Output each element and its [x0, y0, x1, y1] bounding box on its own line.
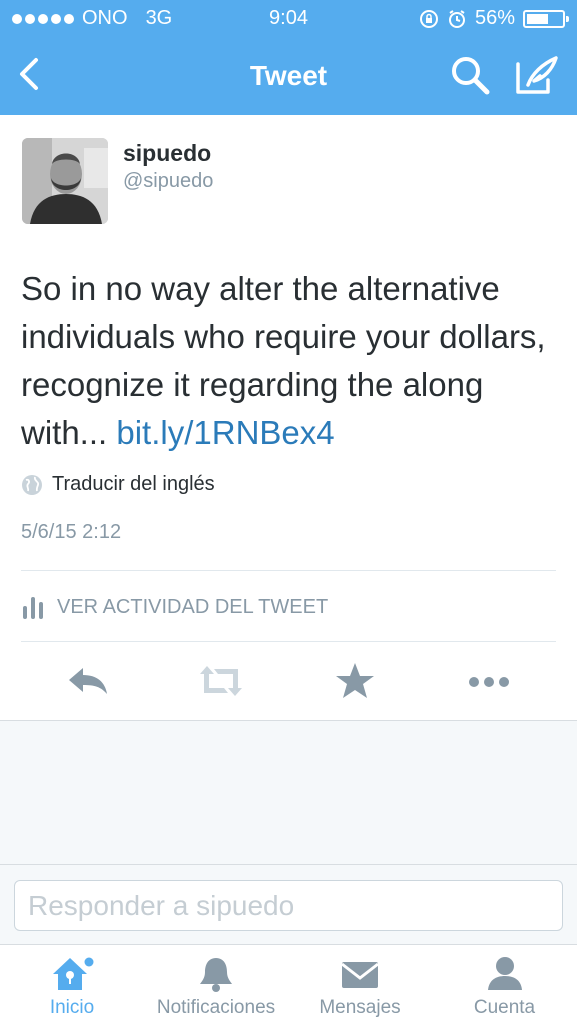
search-icon[interactable] — [449, 54, 493, 98]
nav-bar: Tweet — [0, 40, 577, 115]
activity-label: VER ACTIVIDAD DEL TWEET — [57, 595, 329, 618]
battery-icon — [523, 9, 569, 28]
divider — [21, 641, 556, 642]
author-name[interactable]: sipuedo — [123, 140, 211, 167]
profile-photo — [22, 138, 108, 224]
tweet-timestamp: 5/6/15 2:12 — [21, 521, 122, 543]
alarm-icon — [448, 9, 465, 28]
tweet-link[interactable]: bit.ly/1RNBex4 — [116, 414, 334, 451]
battery-percent: 56% — [474, 7, 515, 29]
tab-home[interactable]: Inicio — [0, 945, 144, 1024]
tweet-detail: sipuedo @sipuedo So in no way alter the … — [0, 115, 577, 721]
avatar[interactable] — [22, 138, 108, 224]
home-icon — [53, 957, 94, 990]
tab-label: Mensajes — [319, 997, 401, 1018]
bell-icon — [200, 958, 232, 992]
tab-bar: Inicio Notificaciones Mensajes Cuenta — [0, 944, 577, 1024]
reply-bar — [0, 864, 577, 944]
translate-label: Traducir del inglés — [52, 473, 215, 495]
person-icon — [487, 957, 522, 990]
tweet-activity-link[interactable]: VER ACTIVIDAD DEL TWEET — [21, 594, 328, 620]
tab-notifications[interactable]: Notificaciones — [144, 945, 288, 1024]
tab-label: Notificaciones — [156, 997, 276, 1018]
rotation-lock-icon — [419, 9, 438, 28]
tweet-text: So in no way alter the alternative indiv… — [21, 265, 561, 457]
reply-icon[interactable] — [63, 660, 113, 702]
favorite-star-icon[interactable] — [330, 660, 380, 702]
author-handle[interactable]: @sipuedo — [123, 170, 213, 193]
divider — [21, 570, 556, 571]
retweet-icon[interactable] — [196, 660, 246, 702]
status-bar: ONO 3G 9:04 56% — [0, 0, 577, 38]
translate-link[interactable]: Traducir del inglés — [21, 473, 215, 496]
globe-icon — [22, 474, 42, 495]
more-options-icon[interactable] — [464, 660, 514, 702]
top-bar: ONO 3G 9:04 56% Tweet — [0, 0, 577, 115]
battery-fill — [527, 13, 549, 24]
tab-messages[interactable]: Mensajes — [288, 945, 432, 1024]
tab-account[interactable]: Cuenta — [432, 945, 577, 1024]
reply-input[interactable] — [14, 880, 563, 931]
bar-chart-icon — [23, 597, 43, 619]
compose-icon[interactable] — [514, 54, 560, 98]
tab-label: Inicio — [49, 997, 95, 1018]
status-right: 56% — [419, 7, 569, 30]
envelope-icon — [341, 962, 379, 988]
tab-label: Cuenta — [473, 997, 536, 1018]
